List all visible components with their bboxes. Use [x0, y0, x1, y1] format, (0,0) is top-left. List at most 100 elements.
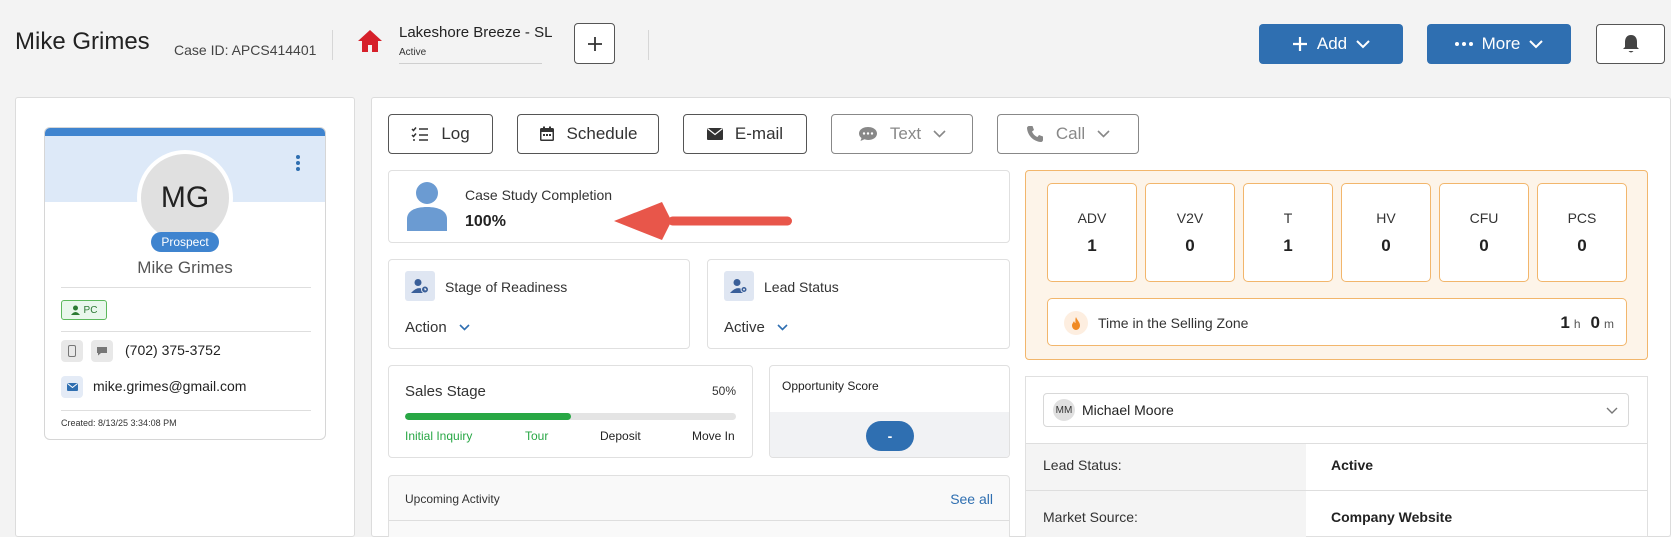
- metric-label: CFU: [1469, 209, 1499, 226]
- detail-value-market-source: Company Website: [1331, 509, 1453, 525]
- opportunity-score-card: Opportunity Score -: [769, 365, 1010, 458]
- mobile-icon[interactable]: [61, 340, 83, 362]
- chevron-down-icon: [933, 130, 946, 138]
- case-study-title: Case Study Completion: [465, 187, 613, 203]
- metrics-panel: ADV 1 V2V 0 T 1 HV 0 CFU 0 PCS 0 Time in…: [1025, 170, 1648, 360]
- metric-label: HV: [1376, 209, 1396, 226]
- divider: [648, 30, 649, 60]
- schedule-button[interactable]: Schedule: [517, 114, 659, 154]
- created-timestamp: Created: 8/13/25 3:34:08 PM: [61, 418, 177, 428]
- upcoming-activity-title: Upcoming Activity: [405, 492, 500, 506]
- upcoming-activity-card: Upcoming Activity See all: [388, 475, 1010, 537]
- owner-select[interactable]: MM Michael Moore: [1043, 393, 1629, 427]
- selling-zone-row: Time in the Selling Zone 1 h 0 m: [1047, 298, 1627, 346]
- email-address[interactable]: mike.grimes@gmail.com: [93, 378, 246, 394]
- divider: [61, 331, 311, 332]
- profile-name: Mike Grimes: [137, 258, 233, 277]
- person-clock-icon: [405, 271, 435, 301]
- selling-zone-hours: 1: [1560, 313, 1570, 332]
- text-label: Text: [889, 124, 922, 143]
- metric-value: 0: [1479, 235, 1489, 255]
- stage-step-move-in: Move In: [692, 429, 735, 443]
- selling-zone-time: 1 h 0 m: [1560, 313, 1614, 333]
- divider: [61, 410, 311, 411]
- person-icon: [405, 181, 449, 231]
- flame-icon: [1064, 311, 1088, 335]
- kebab-menu-icon[interactable]: [295, 154, 301, 172]
- detail-label-market-source: Market Source:: [1043, 509, 1138, 525]
- stage-readiness-card: Stage of Readiness Action: [388, 259, 690, 349]
- stage-readiness-dropdown[interactable]: Action: [405, 319, 470, 336]
- stage-step-deposit: Deposit: [600, 429, 641, 443]
- chevron-down-icon: [1529, 39, 1544, 48]
- phone-number[interactable]: (702) 375-3752: [125, 342, 221, 358]
- stage-readiness-title: Stage of Readiness: [445, 279, 568, 295]
- stage-step-initial-inquiry: Initial Inquiry: [405, 429, 473, 443]
- page-title: Mike Grimes: [15, 28, 150, 55]
- envelope-icon: [706, 128, 723, 140]
- email-icon[interactable]: [61, 376, 83, 398]
- log-button[interactable]: Log: [388, 114, 493, 154]
- sales-stage-percent: 50%: [711, 384, 736, 398]
- person-icon: [70, 305, 80, 315]
- phone-icon: [1026, 126, 1043, 142]
- owner-name: Michael Moore: [1082, 402, 1174, 418]
- more-button[interactable]: More: [1427, 24, 1571, 64]
- add-label: Add: [1316, 34, 1348, 53]
- community-underline: [399, 63, 542, 64]
- email-button[interactable]: E-mail: [683, 114, 807, 154]
- divider: [332, 30, 333, 60]
- lead-status-title: Lead Status: [764, 279, 839, 295]
- more-label: More: [1481, 34, 1521, 53]
- metric-value: 0: [1577, 235, 1587, 255]
- chevron-down-icon: [1097, 130, 1110, 138]
- case-study-value: 100%: [465, 213, 506, 230]
- metric-pcs: PCS 0: [1537, 183, 1627, 282]
- text-button[interactable]: Text: [831, 114, 973, 154]
- chat-icon: [858, 127, 877, 141]
- case-id: Case ID: APCS414401: [174, 42, 317, 58]
- chevron-down-icon: [1606, 407, 1618, 414]
- divider: [1026, 490, 1647, 491]
- pc-tag: PC: [61, 300, 107, 320]
- pc-tag-label: PC: [83, 304, 98, 316]
- add-button[interactable]: Add: [1259, 24, 1403, 64]
- metric-label: PCS: [1567, 209, 1597, 226]
- detail-label-lead-status: Lead Status:: [1043, 457, 1122, 473]
- bell-icon: [1622, 35, 1639, 53]
- sms-icon[interactable]: [91, 340, 113, 362]
- annotation-arrow-icon: [612, 202, 794, 242]
- ellipsis-icon: [1454, 42, 1473, 46]
- plus-icon: [587, 36, 602, 51]
- lead-status-dropdown[interactable]: Active: [724, 319, 788, 336]
- notifications-button[interactable]: [1596, 24, 1665, 64]
- detail-value-lead-status: Active: [1331, 457, 1374, 473]
- checklist-icon: [411, 127, 429, 141]
- see-all-link[interactable]: See all: [950, 491, 993, 507]
- sales-stage-card: Sales Stage 50% Initial Inquiry Tour Dep…: [388, 365, 753, 458]
- stage-readiness-value: Action: [405, 319, 447, 336]
- metric-label: ADV: [1077, 209, 1107, 226]
- sales-stage-title: Sales Stage: [405, 383, 486, 400]
- chevron-down-icon: [1356, 39, 1370, 48]
- metric-hv: HV 0: [1341, 183, 1431, 282]
- metric-t: T 1: [1243, 183, 1333, 282]
- add-community-button[interactable]: [574, 23, 615, 64]
- metric-label: V2V: [1176, 209, 1204, 226]
- person-gear-icon: [724, 271, 754, 301]
- metric-value: 0: [1185, 235, 1195, 255]
- call-button[interactable]: Call: [997, 114, 1139, 154]
- owner-avatar: MM: [1053, 399, 1075, 421]
- schedule-label: Schedule: [566, 124, 638, 143]
- sales-stage-progress-fill: [405, 413, 571, 420]
- lead-status-value: Active: [724, 319, 765, 336]
- opportunity-score-title: Opportunity Score: [782, 379, 879, 393]
- community-name[interactable]: Lakeshore Breeze - SL: [399, 24, 552, 41]
- selling-zone-h-unit: h: [1573, 317, 1581, 331]
- calendar-icon: [539, 126, 554, 141]
- selling-zone-minutes: 0: [1590, 313, 1600, 332]
- metric-value: 1: [1283, 235, 1293, 255]
- selling-zone-m-unit: m: [1604, 317, 1614, 331]
- call-label: Call: [1055, 124, 1086, 143]
- opportunity-score-pill[interactable]: -: [866, 421, 914, 451]
